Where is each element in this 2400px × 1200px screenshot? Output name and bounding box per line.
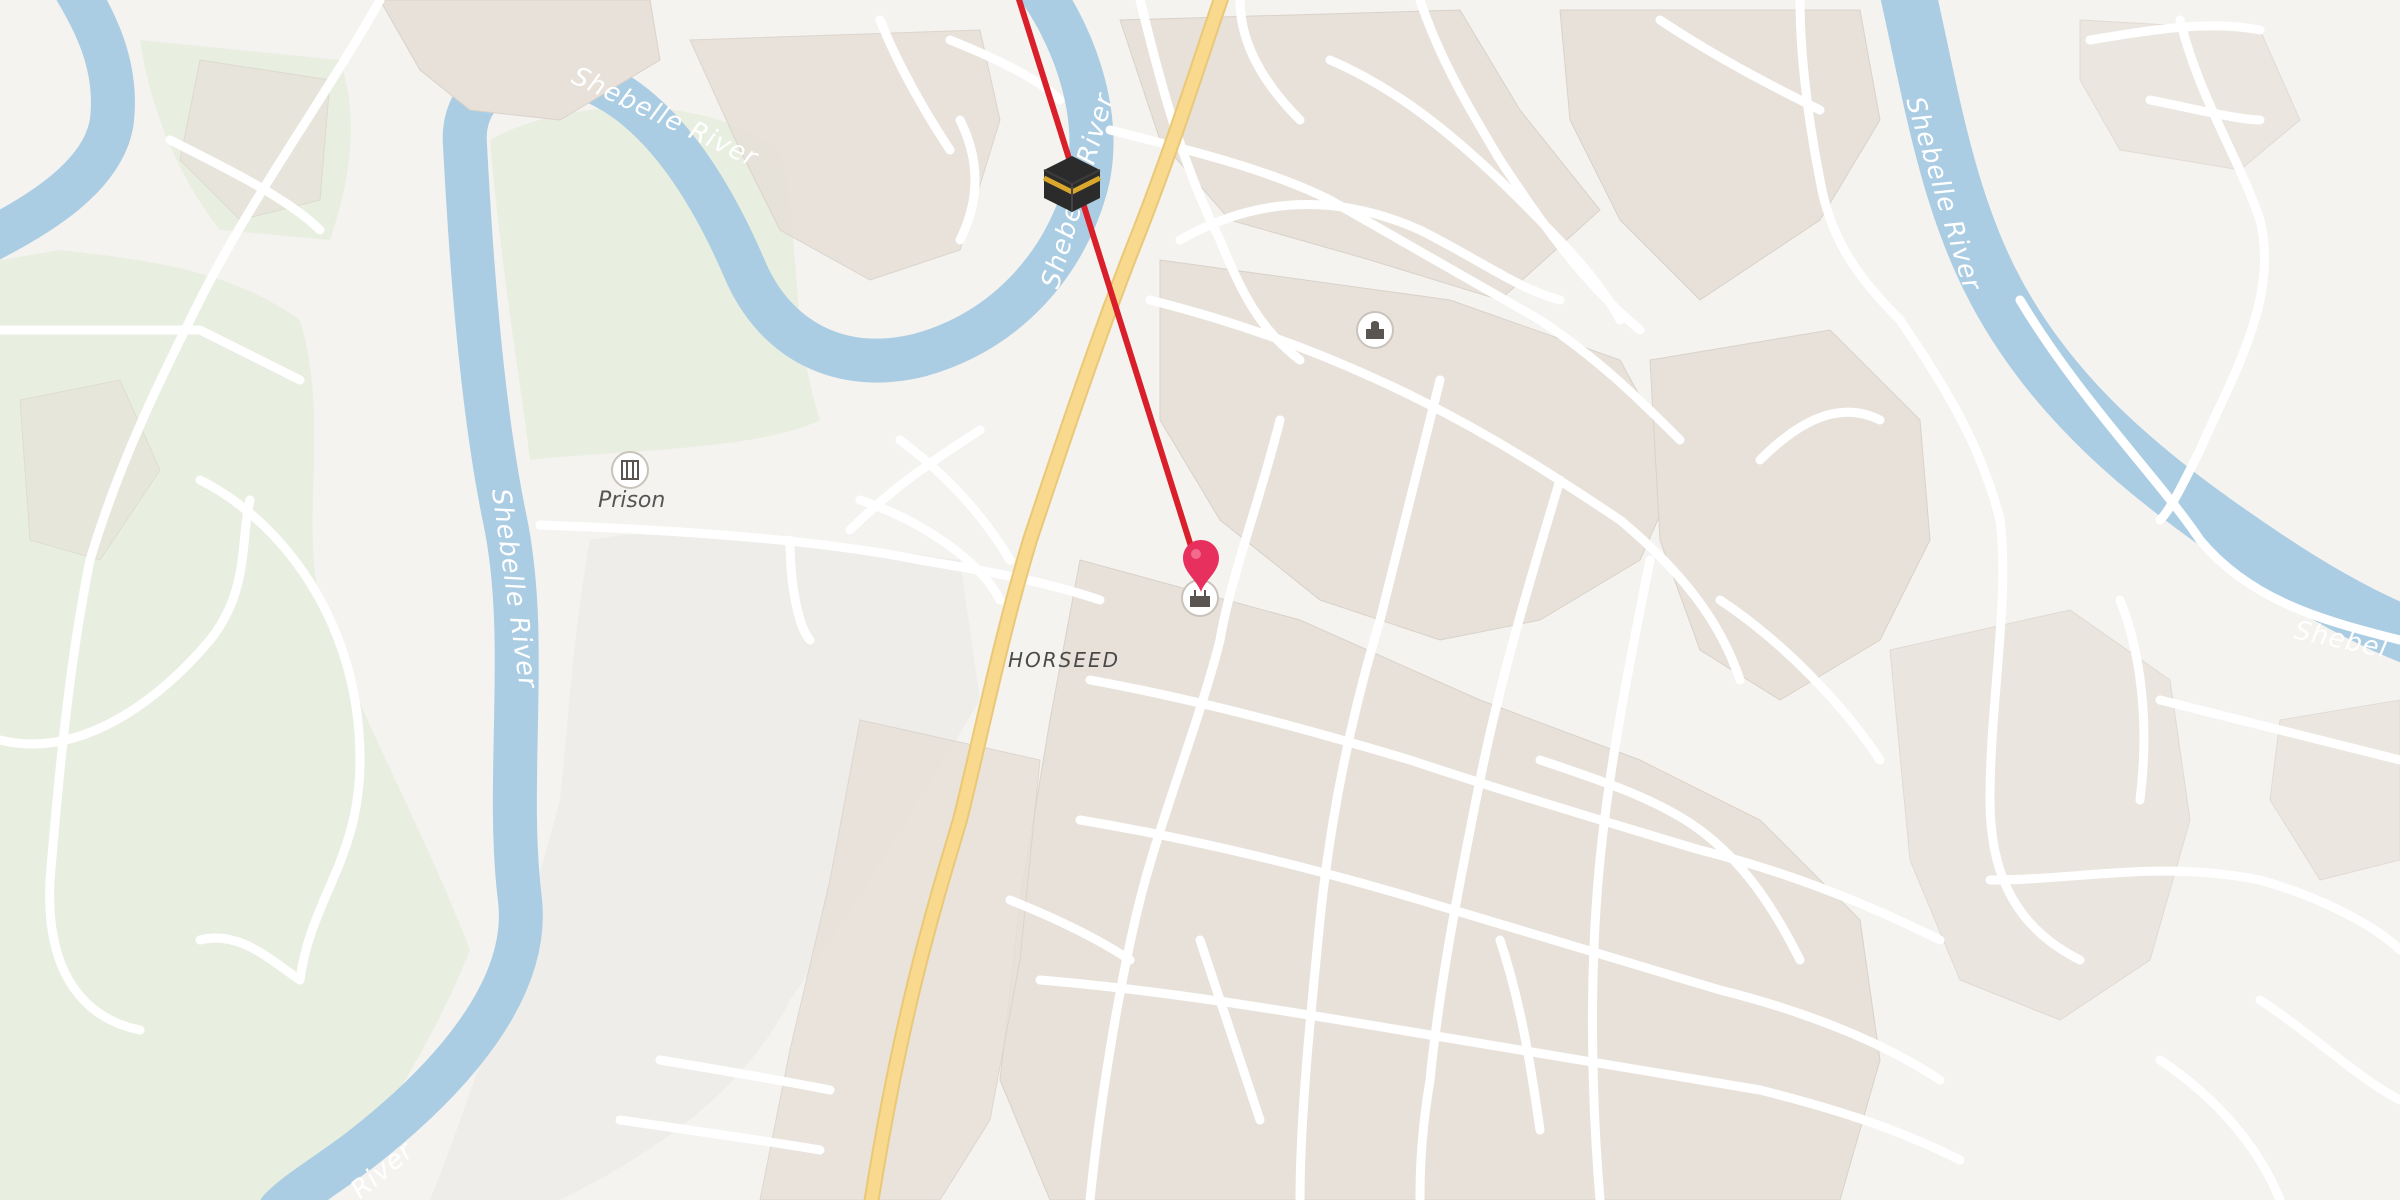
prison-icon[interactable] (611, 451, 649, 489)
prison-label: Prison (598, 488, 665, 513)
map-canvas[interactable]: Shebelle River Shebelle River Shebelle R… (0, 0, 2400, 1200)
monument-icon[interactable] (1356, 311, 1394, 349)
neighborhood-label: HORSEED (1008, 648, 1120, 672)
